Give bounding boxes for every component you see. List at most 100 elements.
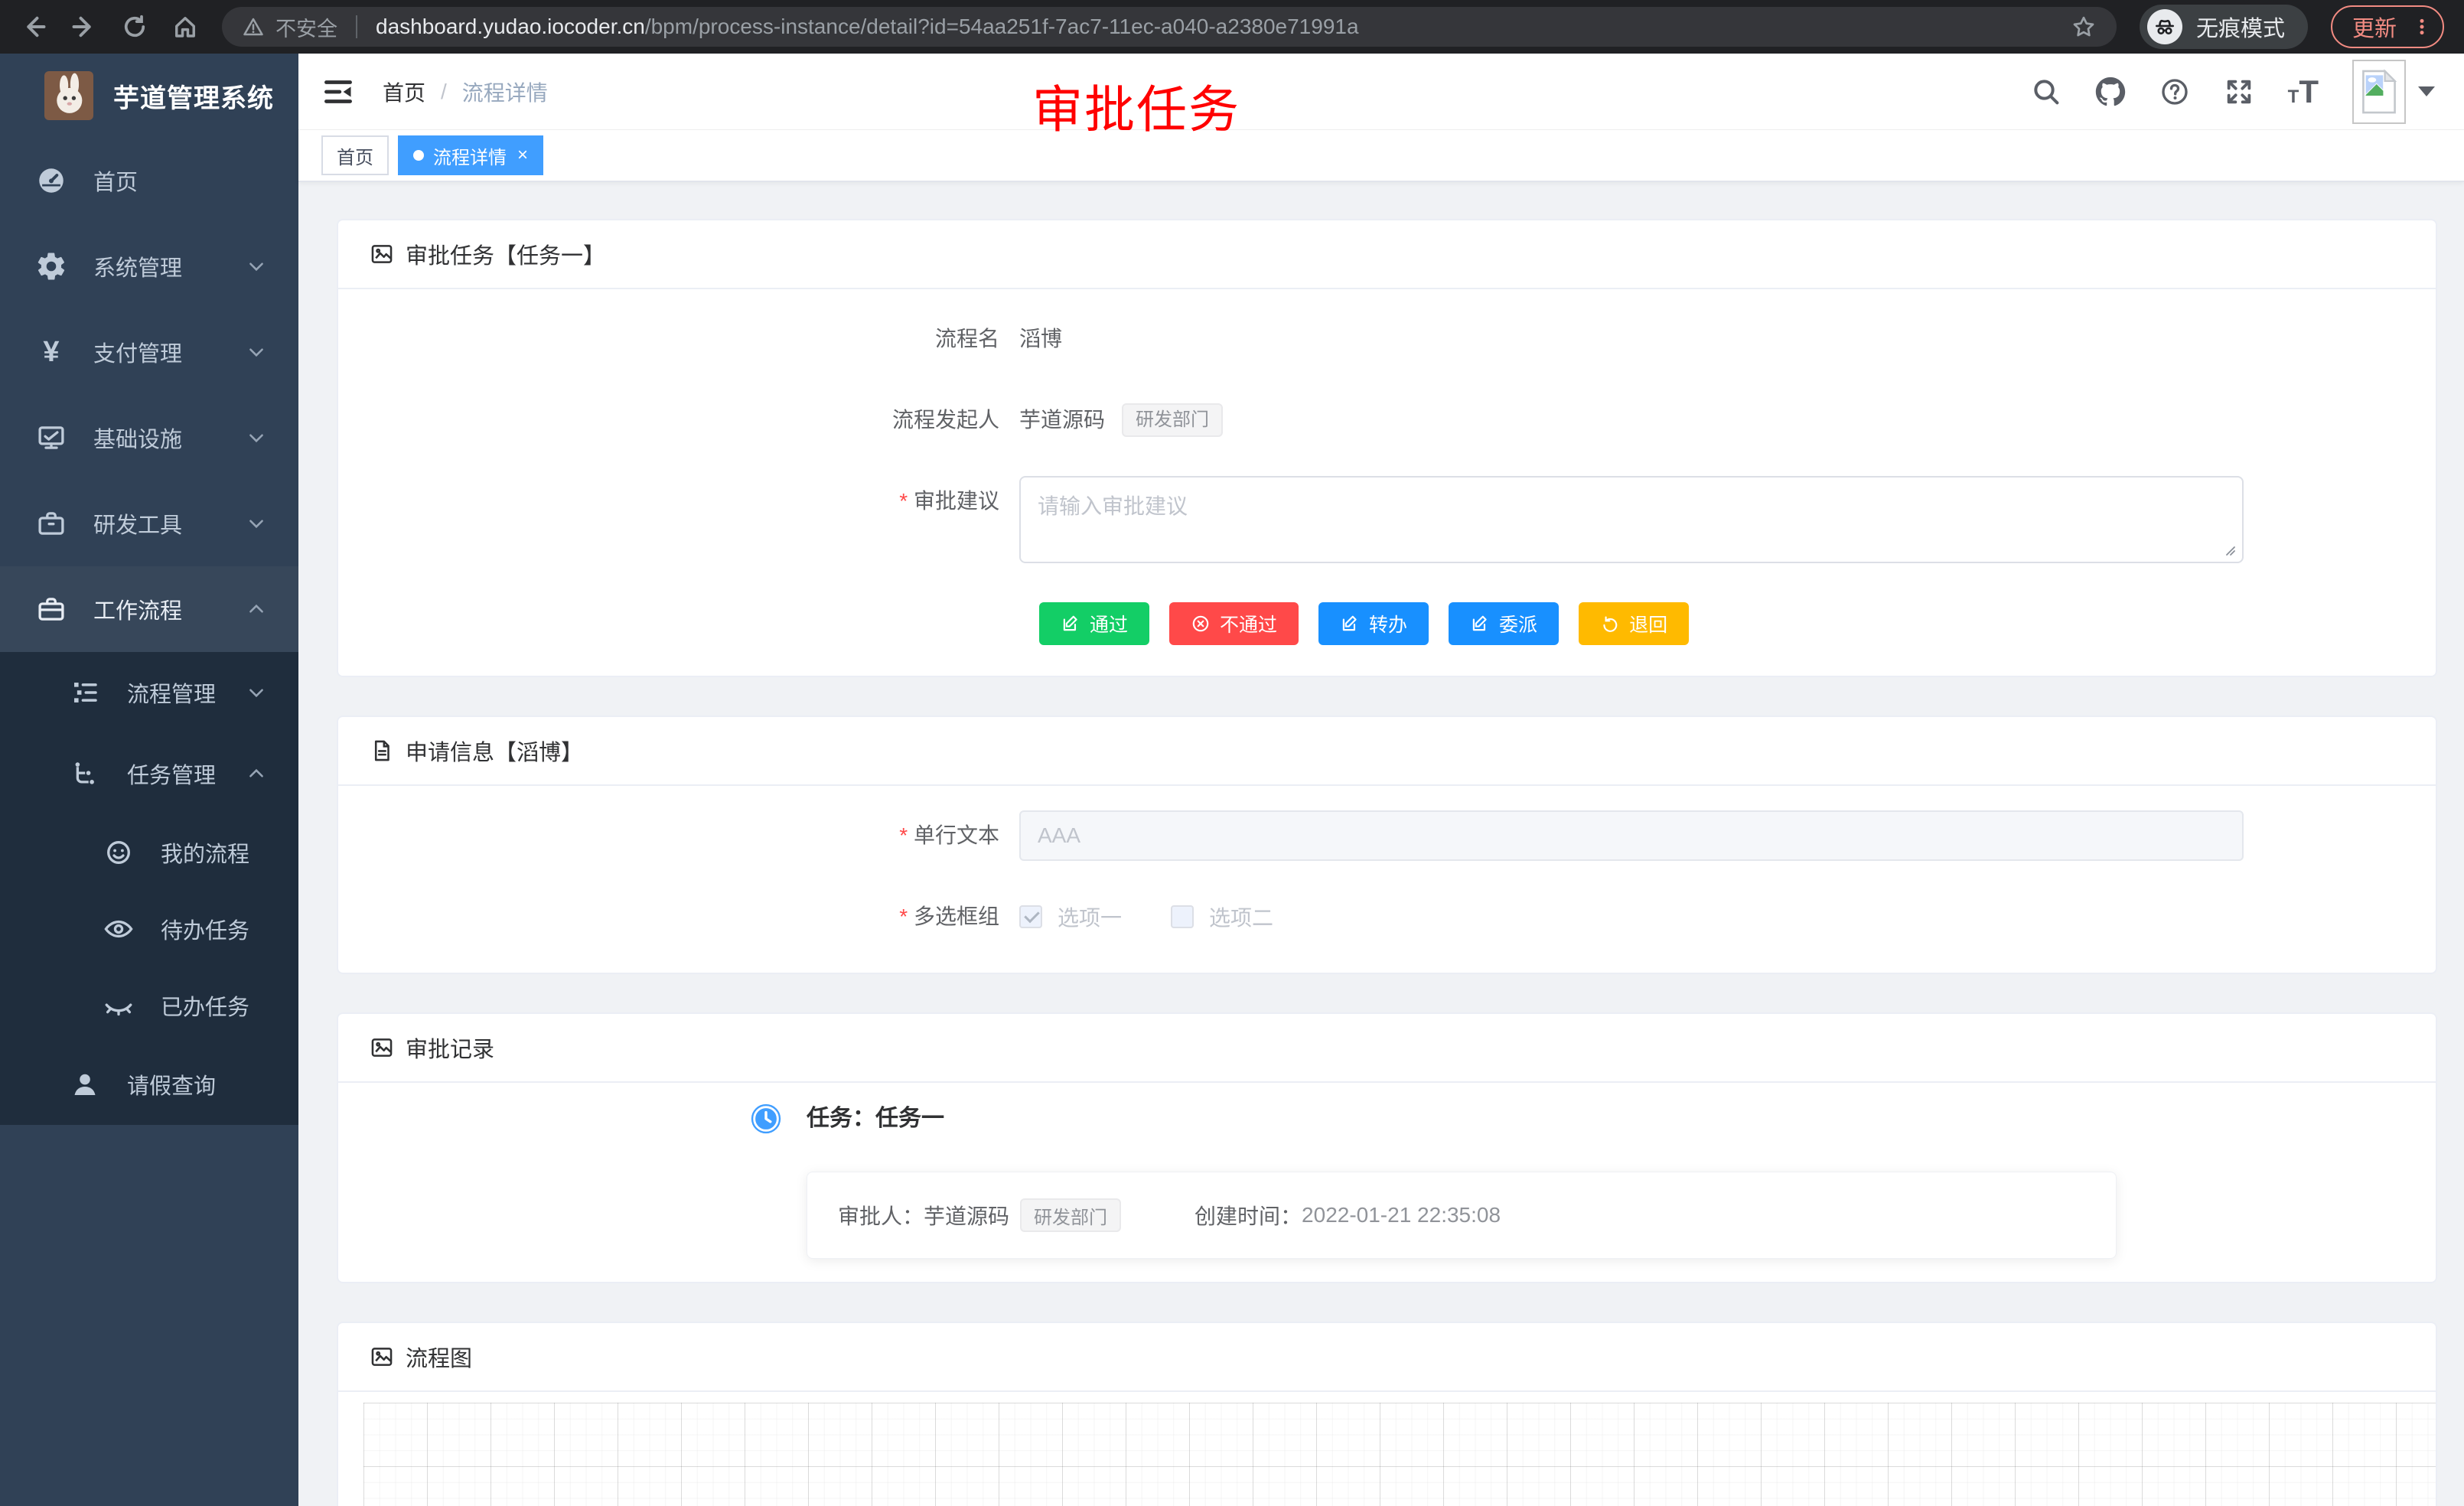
help-icon[interactable]: [2159, 77, 2190, 107]
card-title: 申请信息【滔博】: [406, 735, 583, 767]
checkbox-group: 选项一 选项二: [1019, 892, 1273, 942]
incognito-badge[interactable]: 无痕模式: [2140, 5, 2308, 49]
security-label: 不安全: [275, 12, 337, 42]
process-diagram-card: 流程图: [337, 1322, 2437, 1506]
edit-icon: [1470, 614, 1490, 634]
chevron-down-icon: [246, 428, 266, 448]
back-icon[interactable]: [20, 13, 47, 41]
url-text: dashboard.yudao.iocoder.cn/bpm/process-i…: [376, 15, 2045, 39]
tab-label: 首页: [337, 142, 373, 169]
breadcrumb: 首页 / 流程详情: [383, 77, 548, 107]
initiator-name: 芋道源码: [1019, 395, 1105, 445]
field-label: 流程发起人: [338, 395, 1019, 445]
field-value: 滔博: [1019, 314, 1062, 364]
form-row-checkbox-group: 多选框组 选项一 选项二: [338, 892, 2436, 942]
sidebar-item-process-mgmt[interactable]: 流程管理: [0, 652, 298, 733]
sidebar-item-infra[interactable]: 基础设施: [0, 395, 298, 481]
sidebar-item-payment[interactable]: ¥ 支付管理: [0, 309, 298, 395]
sidebar-item-done-tasks[interactable]: 已办任务: [0, 967, 298, 1044]
user-avatar-menu[interactable]: [2352, 60, 2435, 124]
dashboard-icon: [35, 165, 67, 197]
browser-menu-icon[interactable]: [2412, 17, 2432, 37]
document-icon: [369, 738, 395, 764]
sidebar-item-label: 流程管理: [127, 676, 220, 709]
reload-icon[interactable]: [121, 13, 148, 41]
breadcrumb-home[interactable]: 首页: [383, 77, 425, 107]
bookmark-star-icon[interactable]: [2071, 14, 2097, 40]
browser-update-button[interactable]: 更新: [2331, 5, 2444, 48]
comment-textarea[interactable]: [1019, 476, 2244, 563]
sidebar-item-system[interactable]: 系统管理: [0, 223, 298, 309]
tags-view-bar: 首页 流程详情 ×: [298, 130, 2464, 182]
navbar-actions: TT: [2031, 60, 2435, 124]
approval-task-card: 审批任务【任务一】 流程名 滔博 流程发起人 芋道源码 研发部门: [337, 219, 2437, 677]
refresh-left-icon: [1600, 614, 1620, 634]
address-bar[interactable]: 不安全 dashboard.yudao.iocoder.cn/bpm/proce…: [222, 7, 2117, 47]
sidebar-item-label: 待办任务: [161, 913, 266, 945]
sidebar-item-label: 任务管理: [127, 758, 220, 790]
sidebar: 芋道管理系统 首页 系统管理 ¥ 支付管理: [0, 54, 298, 1506]
home-icon[interactable]: [171, 13, 199, 41]
checkbox-label: 选项二: [1209, 901, 1273, 932]
card-header: 流程图: [338, 1323, 2436, 1392]
bpmn-diagram-canvas[interactable]: [363, 1403, 2436, 1506]
approval-actions: 通过 不通过 转办 委派: [1039, 598, 2436, 645]
return-button[interactable]: 退回: [1579, 602, 1689, 645]
tab-process-detail[interactable]: 流程详情 ×: [398, 135, 543, 175]
active-tab-dot: [413, 150, 424, 161]
page-content: 审批任务【任务一】 流程名 滔博 流程发起人 芋道源码 研发部门: [298, 182, 2464, 1506]
edit-icon: [1061, 614, 1080, 634]
comment-box: [1019, 476, 2244, 567]
sidebar-item-leave-query[interactable]: 请假查询: [0, 1044, 298, 1125]
approve-button[interactable]: 通过: [1039, 602, 1149, 645]
fullscreen-icon[interactable]: [2224, 77, 2254, 107]
yen-icon: ¥: [35, 336, 67, 368]
close-icon[interactable]: ×: [517, 146, 528, 165]
record-detail-box: 审批人： 芋道源码 研发部门 创建时间： 2022-01-21 22:35:08: [807, 1172, 2117, 1259]
chevron-down-icon: [2418, 86, 2435, 96]
task-title: 任务：任务一: [807, 1101, 2436, 1136]
app-logo[interactable]: 芋道管理系统: [0, 54, 298, 138]
transfer-button[interactable]: 转办: [1318, 602, 1429, 645]
chevron-down-icon: [246, 683, 266, 702]
record-timeline: 任务：任务一 审批人： 芋道源码 研发部门 创建时间： 2022-01-21 2…: [338, 1083, 2436, 1282]
app-title: 芋道管理系统: [113, 77, 274, 115]
field-label: 流程名: [338, 314, 1019, 364]
eye-closed-icon: [103, 989, 135, 1022]
sidebar-item-home[interactable]: 首页: [0, 138, 298, 223]
sidebar-item-my-process[interactable]: 我的流程: [0, 814, 298, 891]
github-icon[interactable]: [2095, 77, 2126, 107]
incognito-label: 无痕模式: [2196, 11, 2285, 43]
sidebar-item-label: 工作流程: [93, 593, 220, 625]
avatar-broken-image-icon: [2352, 60, 2406, 124]
incognito-icon: [2147, 9, 2182, 44]
timeline-item: 任务：任务一 审批人： 芋道源码 研发部门 创建时间： 2022-01-21 2…: [758, 1101, 2436, 1259]
sidebar-menu: 首页 系统管理 ¥ 支付管理 基础设施: [0, 138, 298, 1125]
field-label: 单行文本: [338, 810, 1019, 861]
tab-home[interactable]: 首页: [321, 135, 389, 175]
delegate-button[interactable]: 委派: [1449, 602, 1559, 645]
sidebar-item-workflow[interactable]: 工作流程: [0, 566, 298, 652]
search-icon[interactable]: [2031, 77, 2061, 107]
picture-icon: [369, 1035, 395, 1061]
edit-icon: [1340, 614, 1360, 634]
sidebar-item-devtools[interactable]: 研发工具: [0, 481, 298, 566]
chevron-down-icon: [246, 342, 266, 362]
checkbox-unchecked-icon: [1171, 905, 1194, 928]
font-size-icon[interactable]: TT: [2288, 73, 2319, 110]
clock-icon: [748, 1101, 784, 1136]
sidebar-collapse-icon[interactable]: [321, 75, 355, 109]
sidebar-item-todo-tasks[interactable]: 待办任务: [0, 891, 298, 967]
sidebar-item-label: 基础设施: [93, 422, 220, 454]
reject-button[interactable]: 不通过: [1169, 602, 1299, 645]
created-time: 2022-01-21 22:35:08: [1302, 1203, 1501, 1227]
resize-handle-icon[interactable]: [2222, 543, 2237, 558]
chevron-up-icon: [246, 764, 266, 784]
field-label: 多选框组: [338, 892, 1019, 942]
forward-icon[interactable]: [70, 13, 98, 41]
update-label: 更新: [2352, 11, 2397, 43]
sidebar-item-task-mgmt[interactable]: 任务管理: [0, 733, 298, 814]
dept-tag: 研发部门: [1020, 1198, 1121, 1232]
form-row-initiator: 流程发起人 芋道源码 研发部门: [338, 395, 2436, 445]
card-header: 申请信息【滔博】: [338, 717, 2436, 786]
